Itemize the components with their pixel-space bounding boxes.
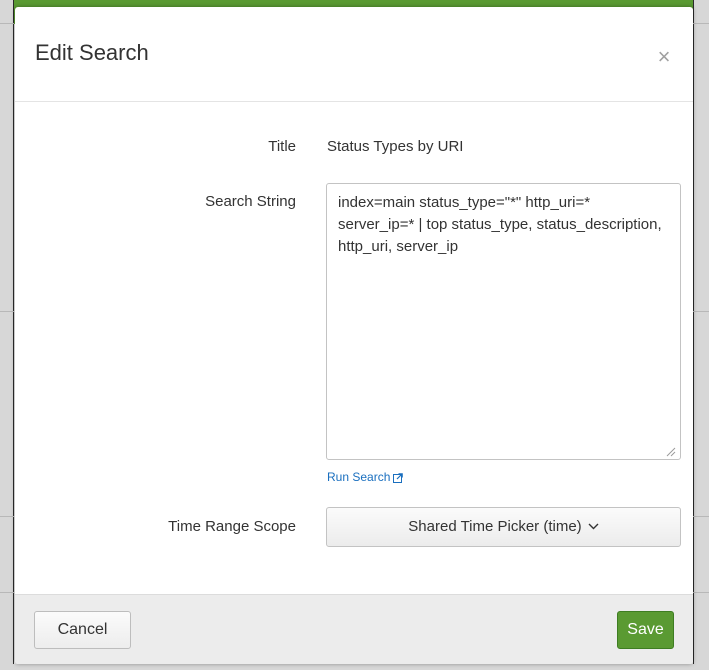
background-right-panel [693,0,709,670]
edit-search-dialog: Edit Search × Title Status Types by URI … [15,7,693,664]
time-range-scope-dropdown[interactable]: Shared Time Picker (time) [326,507,681,547]
run-search-link[interactable]: Run Search [327,470,404,484]
background-divider [693,23,709,24]
title-label: Title [268,138,296,155]
search-string-textarea[interactable]: index=main status_type="*" http_uri=* se… [326,183,681,460]
background-divider [693,311,709,312]
background-divider [693,592,709,593]
time-range-scope-value: Shared Time Picker (time) [408,518,582,535]
external-link-icon [393,473,404,483]
dialog-footer: Cancel Save [15,594,693,664]
time-range-scope-label: Time Range Scope [168,518,296,535]
background-divider [693,516,709,517]
dialog-title: Edit Search [35,40,149,65]
title-value: Status Types by URI [327,138,464,155]
dialog-header: Edit Search × [15,7,693,102]
close-button[interactable]: × [655,46,673,68]
search-string-label: Search String [205,193,296,210]
background-footer [0,664,709,670]
background-divider [0,311,14,312]
background-divider [0,23,14,24]
resize-grip-icon[interactable] [666,447,676,457]
background-divider [0,592,14,593]
run-search-label: Run Search [327,470,391,484]
chevron-down-icon [588,523,599,530]
background-left-panel [0,0,14,670]
save-button[interactable]: Save [617,611,674,649]
cancel-button[interactable]: Cancel [34,611,131,649]
close-icon: × [657,44,671,69]
background-divider [0,516,14,517]
